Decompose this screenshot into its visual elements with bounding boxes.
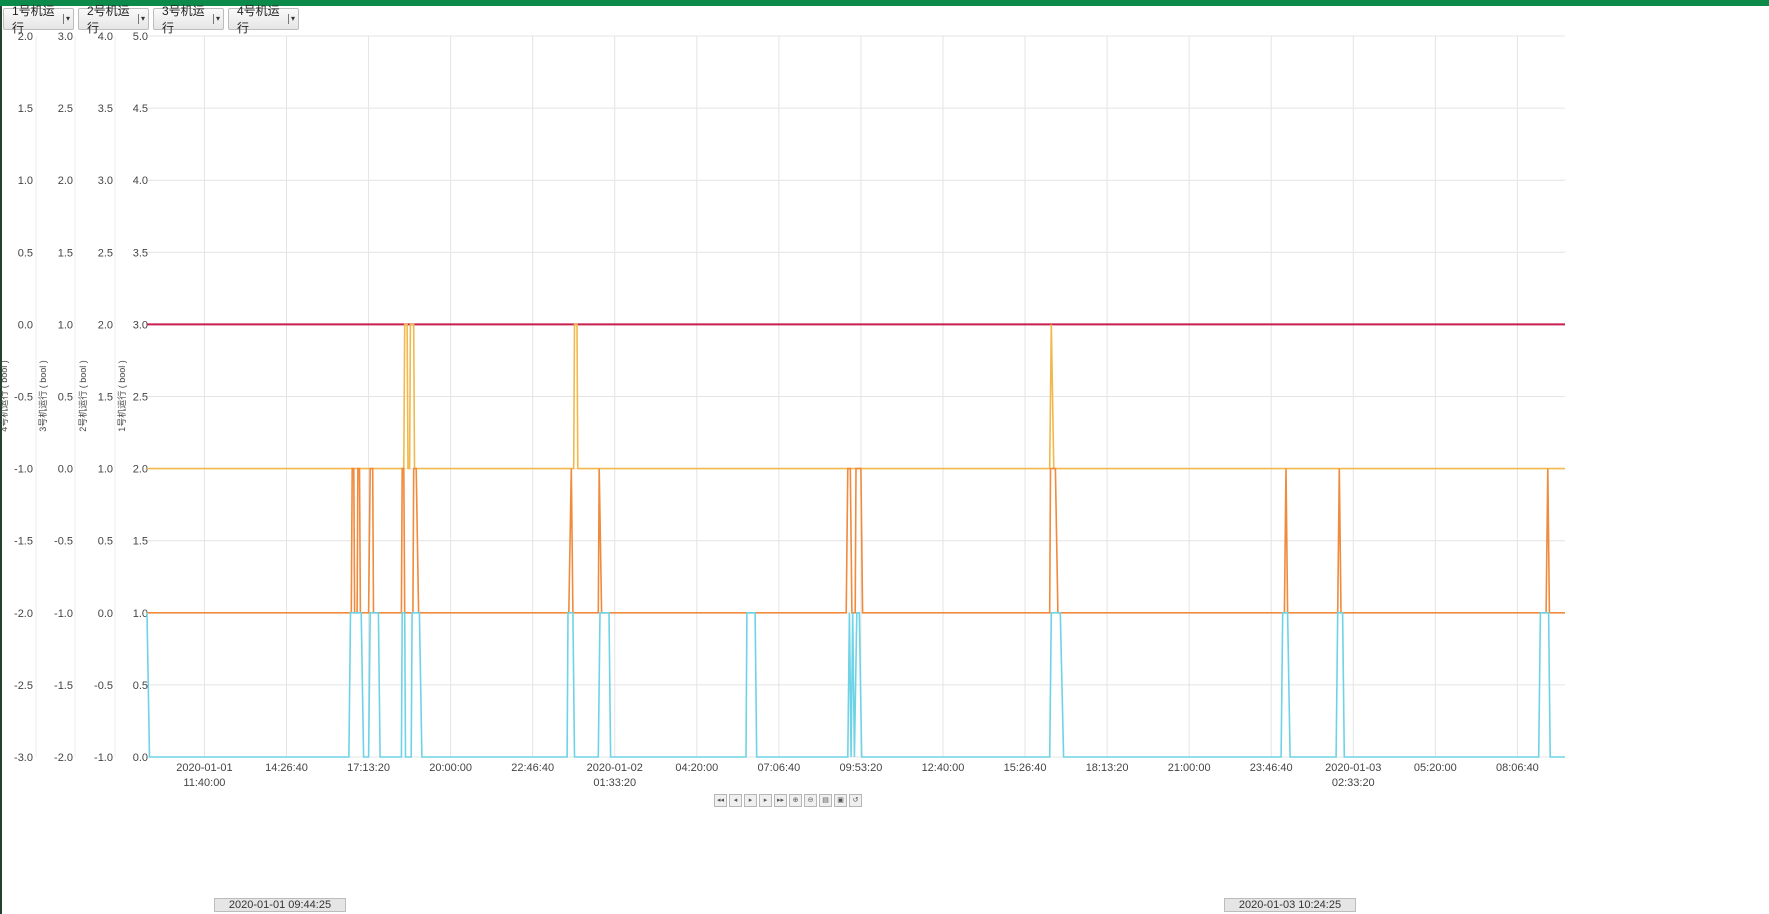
y-tick-label: -1.0 — [54, 608, 73, 620]
y-tick-label: 3.0 — [98, 175, 113, 187]
y-tick-label: -2.0 — [54, 752, 73, 764]
y-tick-label: -0.5 — [14, 392, 33, 404]
y-tick-label: -1.5 — [54, 680, 73, 692]
x-tick-label: 02:33:20 — [1332, 777, 1375, 789]
x-tick-label: 2020-01-02 — [587, 762, 643, 774]
y-tick-label: 0.5 — [98, 536, 113, 548]
prev-icon[interactable]: ◂ — [729, 794, 742, 807]
y-tick-label: 1.5 — [98, 392, 113, 404]
x-tick-label: 23:46:40 — [1250, 762, 1293, 774]
y-tick-label: -1.5 — [14, 536, 33, 548]
y-tick-label: -2.0 — [14, 608, 33, 620]
y-tick-label: 4.5 — [133, 103, 148, 115]
first-icon[interactable]: ◂◂ — [714, 794, 727, 807]
y-tick-label: -3.0 — [14, 752, 33, 764]
y-tick-label: 2.0 — [98, 319, 113, 331]
y-tick-label: 1.5 — [133, 536, 148, 548]
y-axis-title: 1号机运行 ( bool ) — [116, 360, 127, 432]
y-tick-label: 2.5 — [58, 103, 73, 115]
y-tick-label: 3.0 — [58, 31, 73, 43]
series-toggle-label: 1号机运行 — [12, 4, 55, 35]
play-icon[interactable]: ▸ — [744, 794, 757, 807]
x-tick-label: 01:33:20 — [593, 777, 636, 789]
x-tick-label: 09:53:20 — [840, 762, 883, 774]
x-tick-label: 2020-01-03 — [1325, 762, 1381, 774]
series-toggle-label: 2号机运行 — [87, 4, 130, 35]
save-icon[interactable]: ▣ — [834, 794, 847, 807]
series-toggle-3[interactable]: 3号机运行 ▾ — [153, 4, 224, 35]
x-tick-label: 11:40:00 — [183, 777, 225, 789]
x-tick-label: 07:06:40 — [757, 762, 800, 774]
series-toggle-label: 4号机运行 — [237, 4, 280, 35]
y-tick-label: -1.0 — [14, 464, 33, 476]
y-tick-label: 2.0 — [133, 464, 148, 476]
series-toggle-4[interactable]: 4号机运行 ▾ — [228, 4, 299, 35]
y-tick-label: -0.5 — [54, 536, 73, 548]
y-tick-label: -1.0 — [94, 752, 113, 764]
y-tick-label: 3.5 — [98, 103, 113, 115]
dropdown-caret-icon[interactable]: ▾ — [287, 14, 295, 24]
y-tick-label: 0.5 — [58, 392, 73, 404]
range-end-label[interactable]: 2020-01-03 10:24:25 — [1224, 898, 1356, 912]
series-toggle-label: 3号机运行 — [162, 4, 205, 35]
y-tick-label: 0.5 — [133, 680, 148, 692]
x-tick-label: 04:20:00 — [675, 762, 718, 774]
dropdown-caret-icon[interactable]: ▾ — [212, 14, 220, 24]
y-tick-label: -0.5 — [94, 680, 113, 692]
range-start-label[interactable]: 2020-01-01 09:44:25 — [214, 898, 346, 912]
x-tick-label: 2020-01-01 — [176, 762, 232, 774]
y-axis-title: 3号机运行 ( bool ) — [37, 360, 48, 432]
x-tick-label: 17:13:20 — [347, 762, 390, 774]
x-tick-label: 12:40:00 — [922, 762, 965, 774]
zoom-in-icon[interactable]: ⊕ — [789, 794, 802, 807]
line-chart: 2.0 1.5 1.0 0.5 0.0 -0.5 -1.0 -1.5 -2.0 -2.5 -3.0 4… — [0, 31, 1565, 789]
print-icon[interactable]: ▤ — [819, 794, 832, 807]
series-toggle-1[interactable]: 1号机运行 ▾ — [3, 4, 74, 35]
x-tick-label: 22:46:40 — [511, 762, 554, 774]
y-axis-title: 4号机运行 ( bool ) — [0, 360, 9, 432]
y-tick-label: 1.0 — [133, 608, 148, 620]
y-tick-label: -2.5 — [14, 680, 33, 692]
dropdown-caret-icon[interactable]: ▾ — [62, 14, 70, 24]
x-tick-label: 05:20:00 — [1414, 762, 1457, 774]
reset-icon[interactable]: ↺ — [849, 794, 862, 807]
x-tick-label: 08:06:40 — [1496, 762, 1539, 774]
y-tick-label: 1.5 — [58, 247, 73, 259]
y-tick-label: 0.0 — [98, 608, 113, 620]
y-tick-label: 0.5 — [18, 247, 33, 259]
y-tick-label: 3.5 — [133, 247, 148, 259]
zoom-out-icon[interactable]: ⊖ — [804, 794, 817, 807]
y-tick-label: 2.0 — [58, 175, 73, 187]
y-tick-label: 0.0 — [18, 319, 33, 331]
series-toggle-bar: 1号机运行 ▾ 2号机运行 ▾ 3号机运行 ▾ 4号机运行 ▾ — [3, 4, 299, 35]
y-tick-label: 1.0 — [98, 464, 113, 476]
next-icon[interactable]: ▸ — [759, 794, 772, 807]
x-tick-label: 18:13:20 — [1086, 762, 1129, 774]
last-icon[interactable]: ▸▸ — [774, 794, 787, 807]
x-tick-label: 14:26:40 — [265, 762, 308, 774]
x-tick-label: 21:00:00 — [1168, 762, 1211, 774]
y-axis-title: 2号机运行 ( bool ) — [77, 360, 88, 432]
y-tick-label: 2.5 — [98, 247, 113, 259]
y-tick-label: 1.5 — [18, 103, 33, 115]
y-tick-label: 1.0 — [58, 319, 73, 331]
series-toggle-2[interactable]: 2号机运行 ▾ — [78, 4, 149, 35]
y-tick-label: 0.0 — [133, 752, 148, 764]
x-tick-label: 15:26:40 — [1004, 762, 1047, 774]
navigator-controls: ◂◂ ◂ ▸ ▸ ▸▸ ⊕ ⊖ ▤ ▣ ↺ — [714, 794, 862, 807]
y-tick-label: 4.0 — [133, 175, 148, 187]
y-tick-label: 2.5 — [133, 392, 148, 404]
y-tick-label: 3.0 — [133, 319, 148, 331]
y-tick-label: 1.0 — [18, 175, 33, 187]
y-tick-label: 0.0 — [58, 464, 73, 476]
y-tick-label: 5.0 — [133, 31, 148, 43]
dropdown-caret-icon[interactable]: ▾ — [137, 14, 145, 24]
x-tick-label: 20:00:00 — [429, 762, 472, 774]
